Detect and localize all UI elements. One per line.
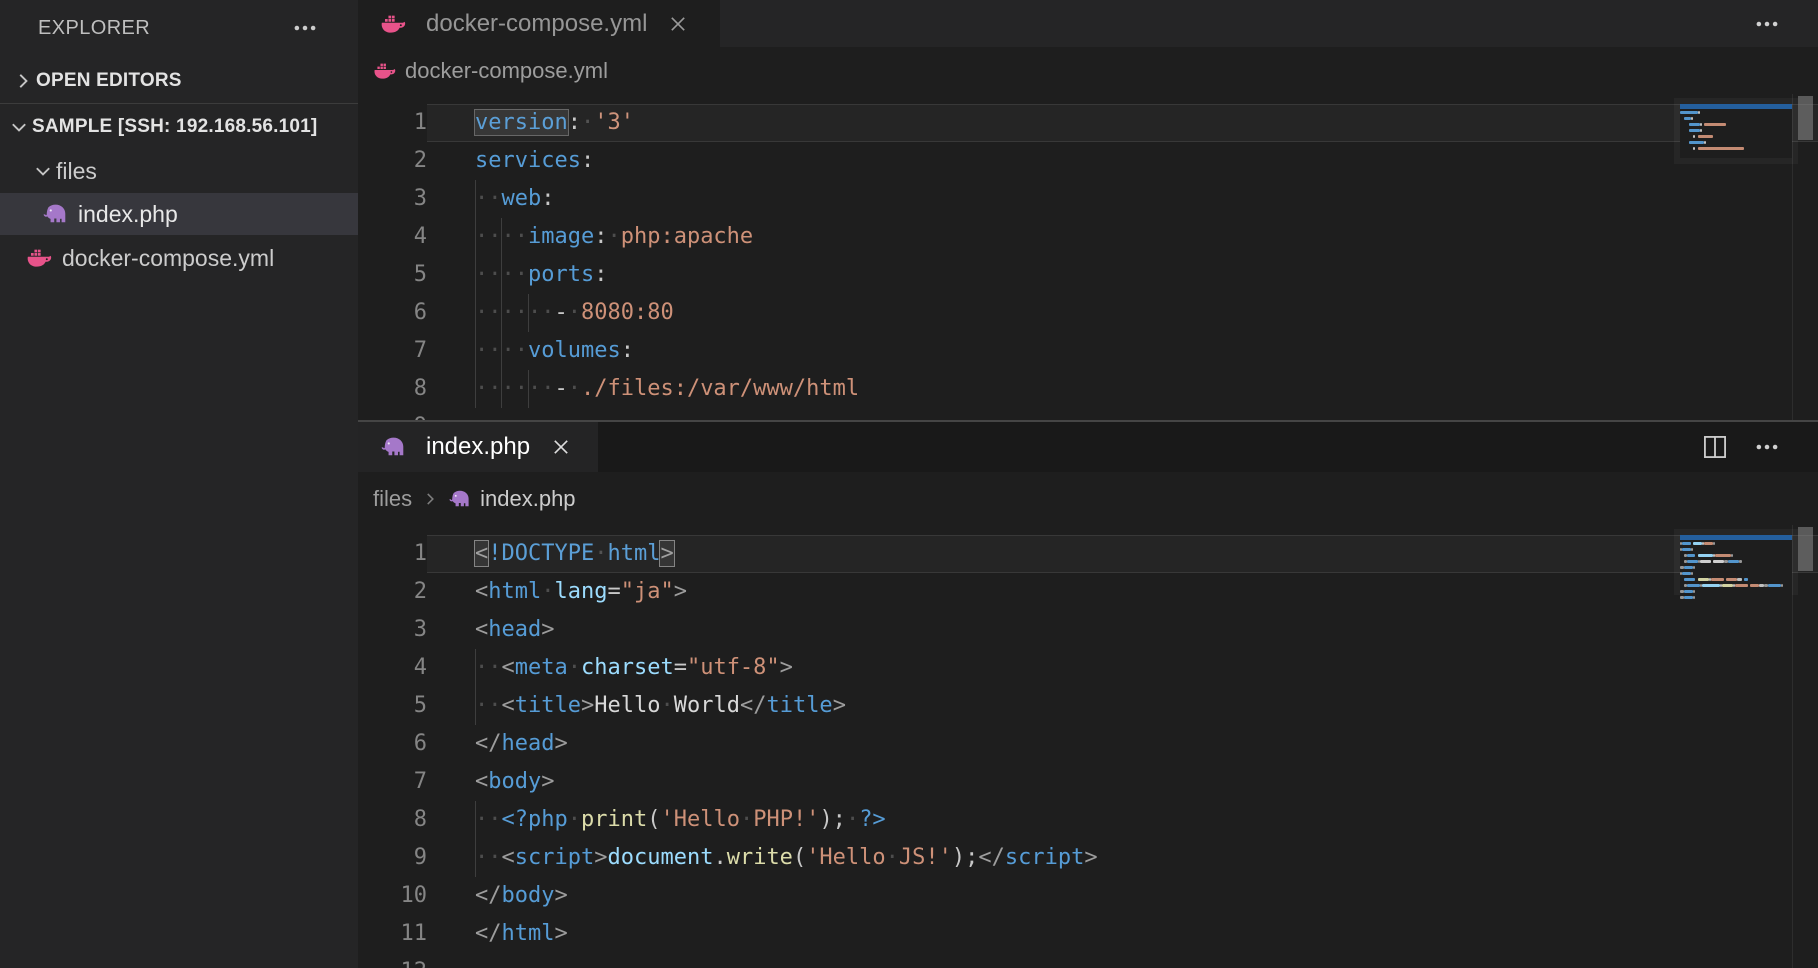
code-line: 3··web: <box>358 180 1818 218</box>
minimap[interactable] <box>1680 535 1792 607</box>
line-number: 9 <box>358 839 427 877</box>
php-elephant-icon <box>448 487 471 510</box>
code-editor-index-php[interactable]: 1<!DOCTYPE·html>2<html·lang="ja">3<head>… <box>358 525 1818 968</box>
chevron-right-icon <box>421 490 439 508</box>
file-label: docker-compose.yml <box>62 245 274 272</box>
code-line: 7<body> <box>358 763 1818 801</box>
chevron-right-icon <box>10 68 36 94</box>
editor-area: docker-compose.yml docker-compose.yml 1v… <box>358 0 1818 968</box>
code-line: 12 <box>358 953 1818 968</box>
explorer-title: EXPLORER <box>38 17 150 40</box>
code-line: 8······-·./files:/var/www/html <box>358 370 1818 408</box>
editor-actions <box>1752 0 1818 47</box>
line-number: 8 <box>358 801 427 839</box>
open-editors-label: OPEN EDITORS <box>36 70 182 92</box>
breadcrumb-item-index-php[interactable]: index.php <box>480 486 575 512</box>
folder-label: files <box>56 158 97 185</box>
line-number: 12 <box>358 953 427 968</box>
code-line: 6······-·8080:80 <box>358 294 1818 332</box>
docker-whale-icon <box>26 245 52 271</box>
code-line: 7····volumes: <box>358 332 1818 370</box>
line-number: 4 <box>358 218 427 256</box>
vertical-scrollbar[interactable] <box>1792 525 1818 968</box>
sidebar-item-docker-compose[interactable]: docker-compose.yml <box>0 237 358 279</box>
editor-actions <box>1700 422 1818 472</box>
line-number: 5 <box>358 687 427 725</box>
code-line: 3<head> <box>358 611 1818 649</box>
code-line: 8··<?php·print('Hello·PHP!');·?> <box>358 801 1818 839</box>
php-elephant-icon <box>42 201 68 227</box>
workspace-label: SAMPLE [SSH: 192.168.56.101] <box>32 116 317 138</box>
code-editor-docker-compose[interactable]: 1version:·'3'2services:3··web:4····image… <box>358 94 1818 420</box>
breadcrumb-item[interactable]: docker-compose.yml <box>405 58 608 84</box>
line-number: 6 <box>358 294 427 332</box>
close-icon[interactable] <box>665 11 691 37</box>
line-number: 2 <box>358 142 427 180</box>
line-number: 9 <box>358 408 427 420</box>
line-number: 1 <box>358 104 427 142</box>
tab-docker-compose-yml[interactable]: docker-compose.yml <box>358 0 720 47</box>
code-line: 4··<meta·charset="utf-8"> <box>358 649 1818 687</box>
open-editors-section[interactable]: OPEN EDITORS <box>0 60 358 102</box>
split-editor-icon[interactable] <box>1700 432 1730 462</box>
code-line: 6</head> <box>358 725 1818 763</box>
tab-label: index.php <box>426 433 530 461</box>
explorer-header: EXPLORER <box>0 0 358 56</box>
code-line: 11</html> <box>358 915 1818 953</box>
breadcrumb-item-files[interactable]: files <box>373 486 412 512</box>
line-number: 5 <box>358 256 427 294</box>
line-number: 2 <box>358 573 427 611</box>
vertical-scrollbar[interactable] <box>1792 94 1818 420</box>
explorer-sidebar: EXPLORER OPEN EDITORS SAMPLE [SSH: 192.1… <box>0 0 358 968</box>
line-number: 8 <box>358 370 427 408</box>
tab-index-php[interactable]: index.php <box>358 422 598 472</box>
docker-whale-icon <box>380 11 406 37</box>
code-line: 2<html·lang="ja"> <box>358 573 1818 611</box>
docker-whale-icon <box>373 59 396 82</box>
chevron-down-icon <box>30 158 56 184</box>
line-number: 6 <box>358 725 427 763</box>
tab-label: docker-compose.yml <box>426 10 647 38</box>
line-number: 10 <box>358 877 427 915</box>
minimap[interactable] <box>1680 104 1792 158</box>
line-number: 1 <box>358 535 427 573</box>
php-elephant-icon <box>380 434 406 460</box>
close-icon[interactable] <box>548 434 574 460</box>
line-number: 4 <box>358 649 427 687</box>
line-number: 7 <box>358 763 427 801</box>
line-number: 11 <box>358 915 427 953</box>
editor-group-docker-compose: docker-compose.yml docker-compose.yml 1v… <box>358 0 1818 420</box>
workspace-section[interactable]: SAMPLE [SSH: 192.168.56.101] <box>0 106 358 148</box>
code-line: 10</body> <box>358 877 1818 915</box>
code-line: 5····ports: <box>358 256 1818 294</box>
sidebar-item-index-php[interactable]: index.php <box>0 193 358 235</box>
vscode-window: EXPLORER OPEN EDITORS SAMPLE [SSH: 192.1… <box>0 0 1818 968</box>
tab-bar: index.php <box>358 422 1818 472</box>
code-line: 1<!DOCTYPE·html> <box>358 535 1818 573</box>
line-number: 7 <box>358 332 427 370</box>
code-line: 9 <box>358 408 1818 420</box>
code-line: 4····image:·php:apache <box>358 218 1818 256</box>
line-number: 3 <box>358 611 427 649</box>
scrollbar-thumb[interactable] <box>1798 96 1813 140</box>
code-line: 5··<title>Hello·World</title> <box>358 687 1818 725</box>
scrollbar-thumb[interactable] <box>1798 527 1813 571</box>
more-actions-icon[interactable] <box>1752 432 1782 462</box>
breadcrumb: files index.php <box>358 472 1818 525</box>
line-number: 3 <box>358 180 427 218</box>
tab-bar: docker-compose.yml <box>358 0 1818 47</box>
editor-group-index-php: index.php files index.php 1<!DOCTYPE·htm… <box>358 422 1818 968</box>
code-line: 1version:·'3' <box>358 104 1818 142</box>
code-line: 9··<script>document.write('Hello·JS!');<… <box>358 839 1818 877</box>
more-actions-icon[interactable] <box>1752 9 1782 39</box>
sidebar-item-files[interactable]: files <box>0 150 358 192</box>
chevron-down-icon <box>6 114 32 140</box>
code-line: 2services: <box>358 142 1818 180</box>
explorer-more-actions-icon[interactable] <box>290 13 320 43</box>
file-label: index.php <box>78 201 178 228</box>
section-divider <box>0 103 358 104</box>
breadcrumb: docker-compose.yml <box>358 47 1818 94</box>
